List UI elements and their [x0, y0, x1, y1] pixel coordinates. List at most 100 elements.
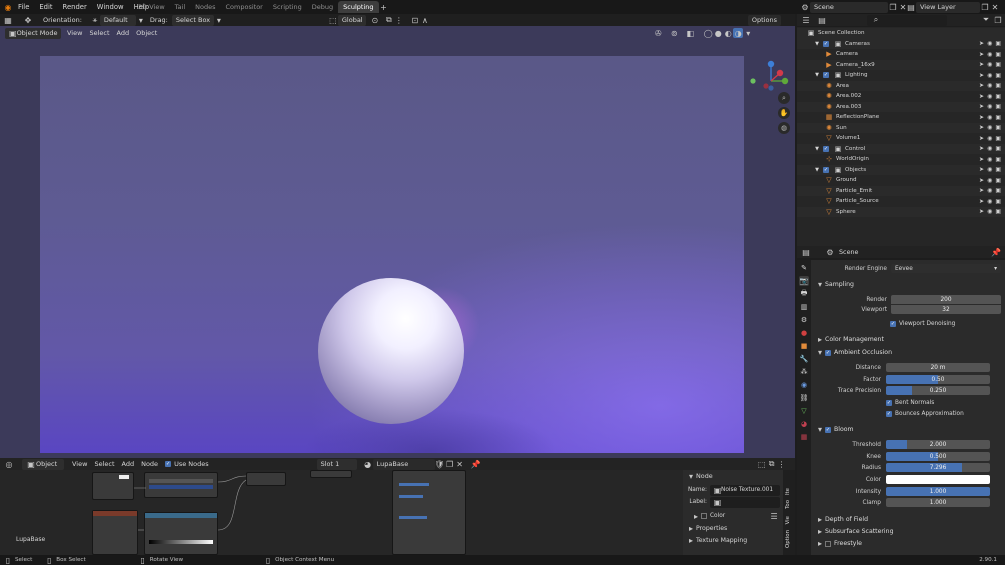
select-arrow-icon[interactable]: ➤: [979, 114, 984, 121]
zoom-icon[interactable]: ⌕: [778, 92, 790, 104]
render-samples-field[interactable]: 200: [891, 295, 1001, 304]
bloom-checkbox[interactable]: ✓: [825, 426, 831, 433]
output-tab-icon[interactable]: 🖶: [799, 289, 809, 299]
render-camera-icon[interactable]: ▣: [995, 93, 1001, 100]
material-field[interactable]: LupaBase: [372, 458, 435, 470]
sss-panel[interactable]: ▸ Subsurface Scattering: [811, 526, 1005, 537]
bounces-row[interactable]: ✓ Bounces Approximation: [811, 408, 1005, 419]
data-tab-icon[interactable]: ▽: [799, 406, 809, 416]
viewport-samples-field[interactable]: 32: [891, 305, 1001, 314]
add-workspace-icon[interactable]: +: [379, 2, 389, 12]
bloom-color-swatch[interactable]: [886, 475, 990, 484]
display-mode-icon[interactable]: ▤: [817, 15, 827, 25]
outliner-row[interactable]: ▽ Particle_Source ➤ ◉ ▣: [797, 196, 1005, 207]
ao-checkbox[interactable]: ✓: [825, 349, 831, 356]
exclude-checkbox[interactable]: ✓: [823, 72, 829, 79]
pin-icon[interactable]: 📌: [471, 459, 481, 469]
clamp-field[interactable]: 1.000: [886, 498, 990, 507]
blender-logo-icon[interactable]: ◉: [3, 2, 13, 12]
material-tab-icon[interactable]: ◕: [799, 419, 809, 429]
node-panel-header[interactable]: ▾ Node: [683, 470, 783, 482]
snap-node-options-icon[interactable]: ⋮: [777, 459, 787, 469]
constraints-tab-icon[interactable]: ⛓: [799, 393, 809, 403]
select-arrow-icon[interactable]: ➤: [979, 51, 984, 58]
proportional-edit-icon[interactable]: ⊡: [410, 15, 420, 25]
camera-view[interactable]: [40, 56, 744, 453]
expand-arrow-icon[interactable]: ▼: [813, 40, 821, 48]
overlays-icon[interactable]: ⊚: [669, 28, 679, 38]
3d-viewport[interactable]: ⌕ ✋ ◍: [0, 14, 795, 458]
outliner-row[interactable]: ⊹ WorldOrigin ➤ ◉ ▣: [797, 154, 1005, 165]
shading-wireframe-icon[interactable]: ◯: [703, 28, 713, 38]
render-camera-icon[interactable]: ▣: [995, 51, 1001, 58]
select-arrow-icon[interactable]: ➤: [979, 177, 984, 184]
outliner-row[interactable]: ✺ Sun ➤ ◉ ▣: [797, 122, 1005, 133]
duplicate-layer-icon[interactable]: ❐: [980, 2, 990, 12]
tab-options[interactable]: Option: [785, 530, 791, 548]
transform-orientation-dropdown[interactable]: Global: [337, 14, 366, 26]
render-camera-icon[interactable]: ▣: [995, 208, 1001, 215]
view-layer-field[interactable]: View Layer: [916, 1, 980, 13]
node-canvas[interactable]: LupaBase: [0, 470, 683, 555]
node-editor-type-icon[interactable]: ◎: [4, 459, 14, 469]
ne-menu-node[interactable]: Node: [141, 460, 158, 468]
outliner-row[interactable]: ▦ ReflectionPlane ➤ ◉ ▣: [797, 112, 1005, 123]
knee-slider[interactable]: 0.500: [886, 452, 990, 461]
falloff-icon[interactable]: ∧: [420, 15, 430, 25]
color-management-panel[interactable]: ▸ Color Management: [811, 334, 1005, 345]
node-label-field[interactable]: ▣: [710, 496, 780, 508]
physics-tab-icon[interactable]: ◉: [799, 380, 809, 390]
outliner-row[interactable]: ▼ ✓ ▣ Cameras ➤ ◉ ▣: [797, 38, 1005, 49]
visibility-eye-icon[interactable]: ◉: [987, 72, 992, 79]
visibility-eye-icon[interactable]: ◉: [987, 145, 992, 152]
tab-item[interactable]: Ite: [785, 488, 791, 495]
select-arrow-icon[interactable]: ➤: [979, 166, 984, 173]
visibility-eye-icon[interactable]: ◉: [987, 93, 992, 100]
exclude-checkbox[interactable]: ✓: [823, 166, 829, 173]
tab-sculpting[interactable]: Sculpting: [338, 1, 379, 13]
tab-compositor[interactable]: Compositor: [221, 1, 268, 13]
shading-rendered-icon[interactable]: ◑: [733, 28, 744, 38]
trace-precision-slider[interactable]: 0.250: [886, 386, 990, 395]
slot-dropdown[interactable]: Slot 1: [316, 458, 357, 470]
outliner-row[interactable]: ▼ ✓ ▣ Control ➤ ◉ ▣: [797, 143, 1005, 154]
new-collection-icon[interactable]: ❐: [993, 15, 1003, 25]
outliner-type-icon[interactable]: ☰: [801, 15, 811, 25]
render-camera-icon[interactable]: ▣: [995, 114, 1001, 121]
tab-tail[interactable]: Tail: [170, 1, 191, 13]
filter-icon[interactable]: ⏷: [981, 15, 991, 25]
render-camera-icon[interactable]: ▣: [995, 198, 1001, 205]
select-arrow-icon[interactable]: ➤: [979, 82, 984, 89]
visibility-eye-icon[interactable]: ◉: [987, 114, 992, 121]
sphere-object[interactable]: [318, 278, 464, 424]
drag-dropdown[interactable]: Select Box: [171, 14, 214, 26]
render-camera-icon[interactable]: ▣: [995, 72, 1001, 79]
vp-menu-add[interactable]: Add: [117, 29, 130, 37]
shader-type-dropdown[interactable]: ▣ Object: [22, 458, 64, 470]
properties-panel[interactable]: ▸ Properties: [683, 522, 783, 534]
shading-material-icon[interactable]: ◐: [723, 28, 733, 38]
color-checkbox[interactable]: [701, 513, 707, 519]
select-arrow-icon[interactable]: ➤: [979, 61, 984, 68]
modifier-tab-icon[interactable]: 🔧: [799, 354, 809, 364]
ne-menu-add[interactable]: Add: [122, 460, 135, 468]
exclude-checkbox[interactable]: ✓: [823, 145, 829, 152]
render-camera-icon[interactable]: ▣: [995, 103, 1001, 110]
list-icon[interactable]: ☰: [769, 511, 779, 521]
select-arrow-icon[interactable]: ➤: [979, 103, 984, 110]
visibility-eye-icon[interactable]: ◉: [987, 40, 992, 47]
intensity-slider[interactable]: 1.000: [886, 487, 990, 496]
render-camera-icon[interactable]: ▣: [995, 135, 1001, 142]
select-arrow-icon[interactable]: ➤: [979, 145, 984, 152]
render-camera-icon[interactable]: ▣: [995, 145, 1001, 152]
select-arrow-icon[interactable]: ➤: [979, 40, 984, 47]
view-layer-tab-icon[interactable]: ▥: [799, 302, 809, 312]
visibility-eye-icon[interactable]: ◉: [987, 103, 992, 110]
gizmo-toggle-icon[interactable]: ✇: [653, 28, 663, 38]
xray-icon[interactable]: ◧: [685, 28, 695, 38]
outliner-row[interactable]: ▽ Sphere ➤ ◉ ▣: [797, 206, 1005, 217]
duplicate-scene-icon[interactable]: ❐: [888, 2, 898, 12]
visibility-eye-icon[interactable]: ◉: [987, 135, 992, 142]
node-name-field[interactable]: ▣ Noise Texture.001: [710, 484, 780, 496]
visibility-eye-icon[interactable]: ◉: [987, 198, 992, 205]
